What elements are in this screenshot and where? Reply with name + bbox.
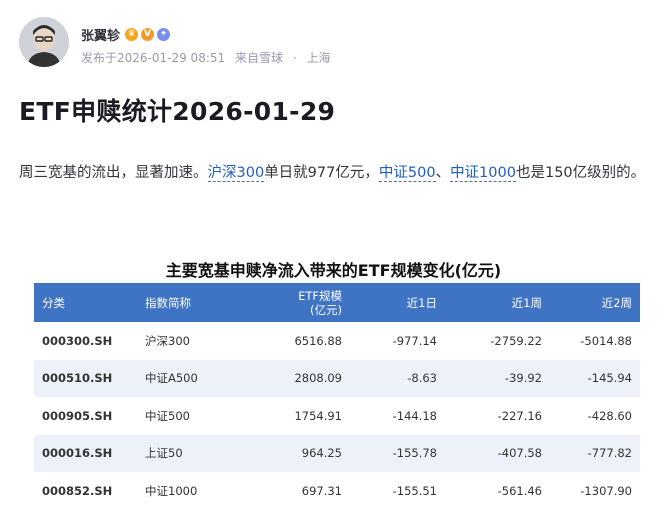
cell-w2: -145.94 — [550, 359, 640, 397]
cell-size: 697.31 — [301, 483, 342, 498]
table-row: 000905.SH 中证500 1754.91 -144.18 -227.16 … — [34, 397, 640, 435]
col-header-code: 分类 — [34, 283, 137, 322]
cell-code: 000852.SH — [42, 483, 113, 498]
crown-badge-icon: ♛ — [125, 27, 139, 41]
cell-d1: -155.51 — [392, 483, 437, 498]
article-paragraph: 周三宽基的流出，显著加速。沪深300单日就977亿元，中证500、中证1000也… — [19, 165, 646, 182]
index-link-zz1000[interactable]: 中证1000 — [450, 165, 516, 182]
cell-w2: -1307.90 — [580, 483, 632, 498]
cell-size: 2808.09 — [255, 359, 350, 397]
cell-code: 000300.SH — [42, 333, 113, 348]
cell-size: 1754.91 — [294, 408, 342, 423]
cell-code: 000905.SH — [42, 408, 113, 423]
index-link-hs300[interactable]: 沪深300 — [207, 165, 265, 182]
cell-size: 964.25 — [255, 434, 350, 472]
author-block: 张翼轸 ♛ V ✦ 发布于2026-01-29 08:51 来自雪球 · 上海 — [19, 17, 330, 67]
cell-code: 000510.SH — [34, 359, 137, 397]
index-link-zz500[interactable]: 中证500 — [378, 165, 436, 182]
table-header-row: 分类 指数简称 ETF规模 (亿元) 近1日 近1周 近2周 — [34, 283, 640, 322]
cell-w1: -39.92 — [445, 359, 550, 397]
cell-name: 中证A500 — [137, 359, 255, 397]
etf-table: 分类 指数简称 ETF规模 (亿元) 近1日 近1周 近2周 000300.SH … — [34, 283, 640, 508]
cell-name: 沪深300 — [145, 333, 190, 348]
cell-d1: -155.78 — [350, 434, 445, 472]
table-row: 000852.SH 中证1000 697.31 -155.51 -561.46 … — [34, 472, 640, 508]
col-header-name: 指数简称 — [137, 283, 255, 322]
col-header-w1: 近1周 — [445, 283, 550, 322]
table-title: 主要宽基申赎净流入带来的ETF规模变化(亿元) — [165, 261, 502, 280]
cell-name: 中证1000 — [145, 483, 198, 498]
cell-d1: -977.14 — [392, 333, 437, 348]
post-source: 来自雪球 — [234, 51, 283, 65]
table-row: 000300.SH 沪深300 6516.88 -977.14 -2759.22… — [34, 322, 640, 360]
cell-w2: -777.82 — [550, 434, 640, 472]
cell-w2: -428.60 — [587, 408, 632, 423]
meta-separator: · — [292, 51, 297, 65]
v-badge-icon: V — [141, 27, 155, 41]
col-header-w2: 近2周 — [550, 283, 640, 322]
cell-code: 000016.SH — [34, 434, 137, 472]
cell-name: 中证500 — [145, 408, 190, 423]
col-header-size: ETF规模 (亿元) — [255, 283, 350, 322]
table-row: 000016.SH 上证50 964.25 -155.78 -407.58 -7… — [34, 434, 640, 472]
cell-name: 上证50 — [137, 434, 255, 472]
post-meta: 发布于2026-01-29 08:51 来自雪球 · 上海 — [81, 49, 330, 66]
avatar[interactable] — [19, 17, 69, 67]
cell-w1: -227.16 — [497, 408, 542, 423]
article-title: ETF申赎统计2026-01-29 — [19, 97, 336, 126]
col-header-d1: 近1日 — [350, 283, 445, 322]
author-name[interactable]: 张翼轸 — [81, 25, 120, 44]
cell-w2: -5014.88 — [580, 333, 632, 348]
cell-d1: -144.18 — [392, 408, 437, 423]
post-location: 上海 — [306, 51, 331, 65]
cell-w1: -2759.22 — [490, 333, 542, 348]
cell-w1: -561.46 — [497, 483, 542, 498]
cell-d1: -8.63 — [350, 359, 445, 397]
cell-w1: -407.58 — [445, 434, 550, 472]
publish-time: 发布于2026-01-29 08:51 — [81, 51, 226, 65]
cell-size: 6516.88 — [294, 333, 342, 348]
table-row: 000510.SH 中证A500 2808.09 -8.63 -39.92 -1… — [34, 359, 640, 397]
star-badge-icon: ✦ — [157, 27, 171, 41]
